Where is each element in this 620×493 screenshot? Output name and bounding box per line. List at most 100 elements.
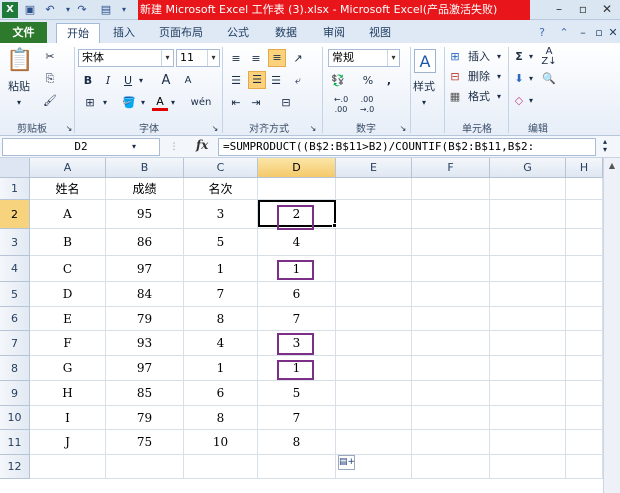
cell-e10[interactable] (336, 406, 412, 430)
cell-h4[interactable] (566, 256, 603, 282)
cell-f1[interactable] (412, 178, 490, 200)
format-dropdown-icon[interactable]: ▾ (494, 89, 504, 105)
cell-g9[interactable] (490, 381, 566, 406)
currency-icon[interactable]: 💱 (328, 73, 348, 89)
alignment-launcher-icon[interactable]: ↘ (308, 121, 318, 137)
cell-e7[interactable] (336, 331, 412, 356)
minimize-icon[interactable]: – (548, 0, 570, 18)
table-cell[interactable]: 93 (106, 331, 184, 356)
table-cell[interactable]: H (30, 381, 106, 406)
font-color-button[interactable]: A (152, 95, 168, 111)
table-cell[interactable]: C (30, 256, 106, 282)
table-cell[interactable]: 4 (258, 229, 336, 256)
styles-dropdown-icon[interactable]: ▾ (418, 95, 430, 111)
tab-data[interactable]: 数据 (266, 23, 306, 43)
cell-f8[interactable] (412, 356, 490, 381)
insert-dropdown-icon[interactable]: ▾ (494, 49, 504, 65)
doc-restore-icon[interactable]: ▫ (592, 23, 606, 43)
table-cell[interactable]: 97 (106, 356, 184, 381)
table-cell[interactable]: 95 (106, 200, 184, 229)
table-cell[interactable]: 1 (184, 256, 258, 282)
borders-icon[interactable]: ⊞ (80, 95, 100, 111)
cell-e1[interactable] (336, 178, 412, 200)
cell-h8[interactable] (566, 356, 603, 381)
tab-insert[interactable]: 插入 (104, 23, 144, 43)
column-header-f[interactable]: F (412, 158, 490, 178)
fill-dropdown-icon[interactable]: ▾ (138, 95, 148, 111)
name-box-dropdown-icon[interactable]: ▾ (128, 139, 140, 155)
cell-h12[interactable] (566, 455, 603, 479)
cell-h10[interactable] (566, 406, 603, 430)
print-preview-icon[interactable]: ▤ (98, 2, 114, 18)
cell-d12[interactable] (258, 455, 336, 479)
cell-h6[interactable] (566, 307, 603, 331)
table-cell[interactable]: 79 (106, 307, 184, 331)
grow-font-button[interactable]: A (158, 73, 174, 89)
cell-g3[interactable] (490, 229, 566, 256)
row-header-3[interactable]: 3 (0, 229, 30, 256)
clear-icon[interactable]: ◇ (512, 93, 526, 109)
styles-button[interactable]: 样式 (406, 79, 442, 95)
row-header-4[interactable]: 4 (0, 256, 30, 282)
column-header-c[interactable]: C (184, 158, 258, 178)
cell-f6[interactable] (412, 307, 490, 331)
cell-g5[interactable] (490, 282, 566, 307)
clear-dropdown-icon[interactable]: ▾ (526, 93, 536, 109)
formula-input[interactable]: =SUMPRODUCT((B$2:B$11>B2)/COUNTIF(B$2:B$… (218, 138, 596, 156)
table-cell[interactable]: 85 (106, 381, 184, 406)
maximize-icon[interactable]: ▫ (572, 0, 594, 18)
autosum-dropdown-icon[interactable]: ▾ (526, 49, 536, 65)
row-header-1[interactable]: 1 (0, 178, 30, 200)
table-cell[interactable]: 97 (106, 256, 184, 282)
cell-d1[interactable] (258, 178, 336, 200)
column-header-a[interactable]: A (30, 158, 106, 178)
cell-f5[interactable] (412, 282, 490, 307)
cell-e2[interactable] (336, 200, 412, 229)
row-header-9[interactable]: 9 (0, 381, 30, 406)
column-header-h[interactable]: H (566, 158, 603, 178)
format-cells-button[interactable]: 格式 (464, 89, 494, 105)
cut-icon[interactable]: ✂ (42, 49, 58, 65)
table-cell[interactable]: 7 (258, 406, 336, 430)
table-cell[interactable]: D (30, 282, 106, 307)
tab-review[interactable]: 审阅 (314, 23, 354, 43)
italic-button[interactable]: I (100, 73, 116, 89)
cell-h7[interactable] (566, 331, 603, 356)
column-header-d[interactable]: D (258, 158, 336, 178)
find-select-icon[interactable]: 🔍 (540, 71, 558, 87)
column-header-g[interactable]: G (490, 158, 566, 178)
cell-f10[interactable] (412, 406, 490, 430)
cell-h9[interactable] (566, 381, 603, 406)
wrap-text-icon[interactable]: ⤶ (290, 73, 306, 89)
autosum-button[interactable]: Σ (512, 49, 526, 65)
cell-g10[interactable] (490, 406, 566, 430)
paste-icon[interactable]: 📋 (6, 47, 34, 75)
table-cell[interactable]: 5 (258, 381, 336, 406)
row-header-2[interactable]: 2 (0, 200, 30, 229)
clipboard-launcher-icon[interactable]: ↘ (64, 121, 74, 137)
fill-dropdown-icon2[interactable]: ▾ (526, 71, 536, 87)
close-icon[interactable]: ✕ (596, 0, 618, 18)
format-painter-icon[interactable]: 🖌 (42, 93, 58, 109)
cell-h5[interactable] (566, 282, 603, 307)
align-left-icon[interactable]: ☰ (228, 73, 244, 89)
cell-g7[interactable] (490, 331, 566, 356)
vertical-scrollbar[interactable]: ▲ (603, 158, 620, 493)
decrease-indent-icon[interactable]: ⇤ (228, 95, 244, 111)
borders-dropdown-icon[interactable]: ▾ (100, 95, 110, 111)
tab-page-layout[interactable]: 页面布局 (150, 23, 212, 43)
delete-cells-button[interactable]: 删除 (464, 69, 494, 85)
undo-icon[interactable]: ↶ (42, 2, 58, 18)
cell-a12[interactable] (30, 455, 106, 479)
table-cell[interactable]: 3 (184, 200, 258, 229)
cell-f9[interactable] (412, 381, 490, 406)
row-header-11[interactable]: 11 (0, 430, 30, 455)
row-header-7[interactable]: 7 (0, 331, 30, 356)
insert-cells-icon[interactable]: ⊞ (448, 49, 462, 65)
table-cell[interactable]: 8 (184, 307, 258, 331)
shrink-font-button[interactable]: A (180, 73, 196, 89)
insert-function-button[interactable]: fx (196, 138, 208, 152)
paste-options-icon[interactable]: ▤+ (338, 455, 355, 470)
cell-f3[interactable] (412, 229, 490, 256)
increase-decimal-icon[interactable]: ←.0.00 (330, 95, 352, 115)
